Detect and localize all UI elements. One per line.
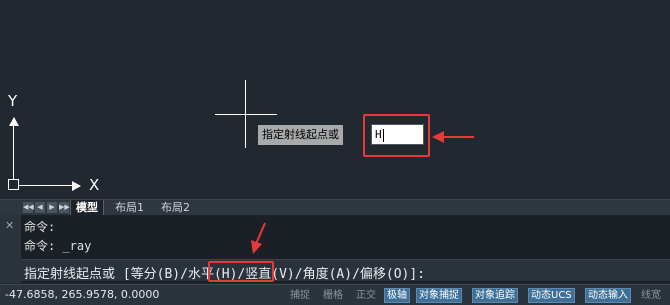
toggle-dynamic-input[interactable]: 动态输入 — [585, 288, 631, 303]
command-input-line[interactable]: 指定射线起点或 [等分(B)/水平(H)/竖直(V)/角度(A)/偏移(O)]: — [21, 259, 670, 282]
ucs-x-label: X — [89, 176, 100, 194]
command-option-highlight-box — [208, 261, 274, 282]
ucs-x-axis — [19, 185, 77, 186]
toggle-object-track[interactable]: 对象追踪 — [472, 288, 518, 303]
toggle-snap[interactable]: 捕捉 — [290, 288, 310, 303]
dynamic-input-field[interactable]: H — [371, 124, 424, 145]
dynamic-input-prompt: 指定射线起点或 — [258, 125, 343, 145]
tab-layout2[interactable]: 布局2 — [156, 200, 195, 215]
toggle-ortho[interactable]: 正交 — [356, 288, 376, 303]
ucs-y-label: Y — [8, 92, 18, 110]
command-window: ✕ 命令: 命令: _ray 指定射线起点或 [等分(B)/水平(H)/竖直(V… — [0, 215, 670, 283]
toggle-object-snap[interactable]: 对象捕捉 — [416, 288, 462, 303]
prev-tab-button[interactable]: ◀ — [35, 202, 45, 213]
command-prompt-start: 指定射线起点或 [等分(B) — [24, 267, 181, 282]
annotation-arrow-down-icon — [251, 222, 266, 254]
status-bar: -47.6858, 265.9578, 0.0000 捕捉 栅格 正交 极轴 对… — [0, 284, 670, 305]
toggle-grid[interactable]: 栅格 — [323, 288, 343, 303]
toggle-dynamic-ucs[interactable]: 动态UCS — [528, 288, 575, 303]
last-tab-button[interactable]: ▶▶ — [59, 202, 70, 213]
annotation-arrow-icon — [432, 131, 474, 143]
close-icon[interactable]: ✕ — [5, 219, 14, 232]
text-caret — [382, 128, 384, 142]
ucs-y-arrow-icon — [9, 117, 19, 126]
tab-layout1[interactable]: 布局1 — [110, 200, 149, 215]
next-tab-button[interactable]: ▶ — [47, 202, 57, 213]
command-history-line: 命令: _ray — [24, 239, 92, 253]
ucs-x-arrow-icon — [72, 181, 81, 191]
toggle-lineweight[interactable]: 线宽 — [641, 288, 661, 303]
tab-model[interactable]: 模型 — [70, 200, 104, 215]
drawing-canvas[interactable]: Y X 指定射线起点或 H — [0, 0, 670, 200]
dynamic-input-value: H — [375, 128, 382, 141]
command-window-gutter: ✕ — [0, 215, 21, 283]
crosshair-vertical — [245, 80, 246, 148]
ucs-origin-box — [8, 179, 19, 190]
first-tab-button[interactable]: ◀◀ — [23, 202, 34, 213]
toggle-polar[interactable]: 极轴 — [384, 288, 410, 303]
command-history-line: 命令: — [24, 220, 56, 234]
layout-tab-bar: ◀◀ ◀ ▶ ▶▶ 模型 布局1 布局2 — [0, 199, 670, 215]
coordinate-readout: -47.6858, 265.9578, 0.0000 — [5, 288, 160, 301]
crosshair-horizontal — [215, 114, 277, 115]
ucs-y-axis — [13, 118, 14, 180]
